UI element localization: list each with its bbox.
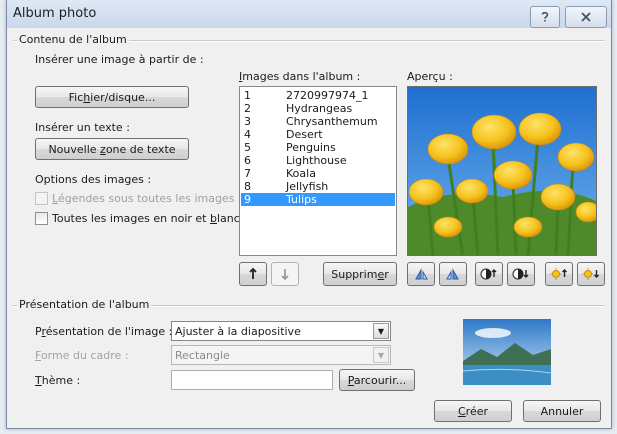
captions-checkbox-label: Légendes sous toutes les images	[52, 192, 235, 205]
list-item[interactable]: 5 Penguins	[241, 141, 395, 154]
chevron-down-icon: ▼	[373, 323, 389, 339]
window-title: Album photo	[13, 6, 97, 21]
contrast-decrease-icon	[512, 268, 529, 280]
list-item-number: 6	[244, 154, 251, 167]
arrow-down-icon	[281, 269, 289, 281]
list-item-number: 4	[244, 128, 251, 141]
rotate-right-button[interactable]	[439, 262, 467, 286]
list-item-name: Tulips	[286, 193, 317, 206]
move-up-button[interactable]	[239, 262, 267, 286]
contrast-increase-button[interactable]	[475, 262, 503, 286]
list-item-number: 8	[244, 180, 251, 193]
list-item-name: Lighthouse	[286, 154, 347, 167]
list-item[interactable]: 3 Chrysanthemum	[241, 115, 395, 128]
list-item[interactable]: 4 Desert	[241, 128, 395, 141]
preview-label: Aperçu :	[407, 70, 453, 83]
list-item-number: 2	[244, 102, 251, 115]
list-item[interactable]: 2 Hydrangeas	[241, 102, 395, 115]
layout-group-label: Présentation de l'album	[17, 298, 152, 311]
list-item-number: 5	[244, 141, 251, 154]
brightness-increase-icon	[550, 268, 567, 280]
list-item[interactable]: 9 Tulips	[241, 193, 395, 206]
grayscale-checkbox-label: Toutes les images en noir et blanc	[52, 212, 240, 225]
contrast-increase-icon	[480, 268, 497, 280]
close-button[interactable]	[565, 6, 607, 28]
help-button[interactable]	[530, 6, 560, 28]
list-item-name: Jellyfish	[286, 180, 329, 193]
insert-image-label: Insérer une image à partir de :	[35, 53, 204, 66]
list-item[interactable]: 7 Koala	[241, 167, 395, 180]
list-item[interactable]: 1 2720997974_1	[241, 89, 395, 102]
images-listbox[interactable]: 1 2720997974_1 2 Hydrangeas 3 Chrysanthemum 4 D…	[239, 86, 397, 256]
rotate-left-button[interactable]	[407, 262, 435, 286]
new-textbox-button[interactable]: Nouvelle zone de texte	[35, 138, 189, 160]
album-photo-dialog: Album photo Contenu de l'album Insérer u…	[6, 0, 612, 429]
picture-layout-label: Présentation de l'image :	[35, 325, 173, 338]
captions-checkbox-box	[35, 192, 48, 205]
contrast-decrease-button[interactable]	[507, 262, 535, 286]
tulips-picture	[408, 87, 596, 255]
insert-text-label: Insérer un texte :	[35, 121, 130, 134]
frame-shape-value: Rectangle	[175, 349, 230, 362]
cancel-button[interactable]: Annuler	[523, 400, 601, 422]
list-item-number: 1	[244, 89, 251, 102]
frame-shape-dropdown[interactable]: Rectangle ▼	[171, 345, 391, 365]
brightness-decrease-button[interactable]	[577, 262, 605, 286]
theme-label: Thème :	[35, 374, 81, 387]
rotate-right-icon	[446, 268, 459, 280]
list-item-name: Chrysanthemum	[286, 115, 378, 128]
help-icon	[541, 11, 549, 22]
captions-checkbox[interactable]: Légendes sous toutes les images	[35, 192, 234, 205]
layout-preview-thumbnail	[462, 319, 552, 385]
list-item-number: 3	[244, 115, 251, 128]
list-item-name: Koala	[286, 167, 316, 180]
preview-image	[407, 86, 597, 256]
list-item-name: 2720997974_1	[286, 89, 369, 102]
brightness-increase-button[interactable]	[545, 262, 573, 286]
brightness-decrease-icon	[582, 268, 599, 280]
grayscale-checkbox[interactable]: Toutes les images en noir et blanc	[35, 212, 240, 225]
arrow-up-icon	[249, 267, 257, 279]
list-item-number: 9	[244, 193, 251, 206]
theme-input[interactable]	[171, 370, 333, 390]
chevron-down-icon: ▼	[373, 347, 389, 363]
title-bar: Album photo	[7, 0, 611, 28]
list-item-name: Penguins	[286, 141, 336, 154]
rotate-left-icon	[415, 268, 428, 280]
grayscale-checkbox-box	[35, 212, 48, 225]
close-icon	[581, 12, 591, 22]
list-item-name: Desert	[286, 128, 323, 141]
frame-shape-label: Forme du cadre :	[35, 349, 129, 362]
images-list-label: Images dans l'album :	[239, 70, 361, 83]
file-disk-button[interactable]: Fichier/disque...	[35, 86, 189, 108]
picture-layout-dropdown[interactable]: Ajuster à la diapositive ▼	[171, 321, 391, 341]
album-group-label: Contenu de l'album	[17, 33, 129, 46]
create-button[interactable]: Créer	[434, 400, 512, 422]
delete-button[interactable]: Supprimer	[323, 262, 397, 286]
image-options-label: Options des images :	[35, 173, 152, 186]
list-item-name: Hydrangeas	[286, 102, 353, 115]
browse-button[interactable]: Parcourir...	[339, 369, 415, 391]
list-item[interactable]: 8 Jellyfish	[241, 180, 395, 193]
picture-layout-value: Ajuster à la diapositive	[175, 325, 301, 338]
list-item[interactable]: 6 Lighthouse	[241, 154, 395, 167]
move-down-button[interactable]	[271, 262, 299, 286]
list-item-number: 7	[244, 167, 251, 180]
